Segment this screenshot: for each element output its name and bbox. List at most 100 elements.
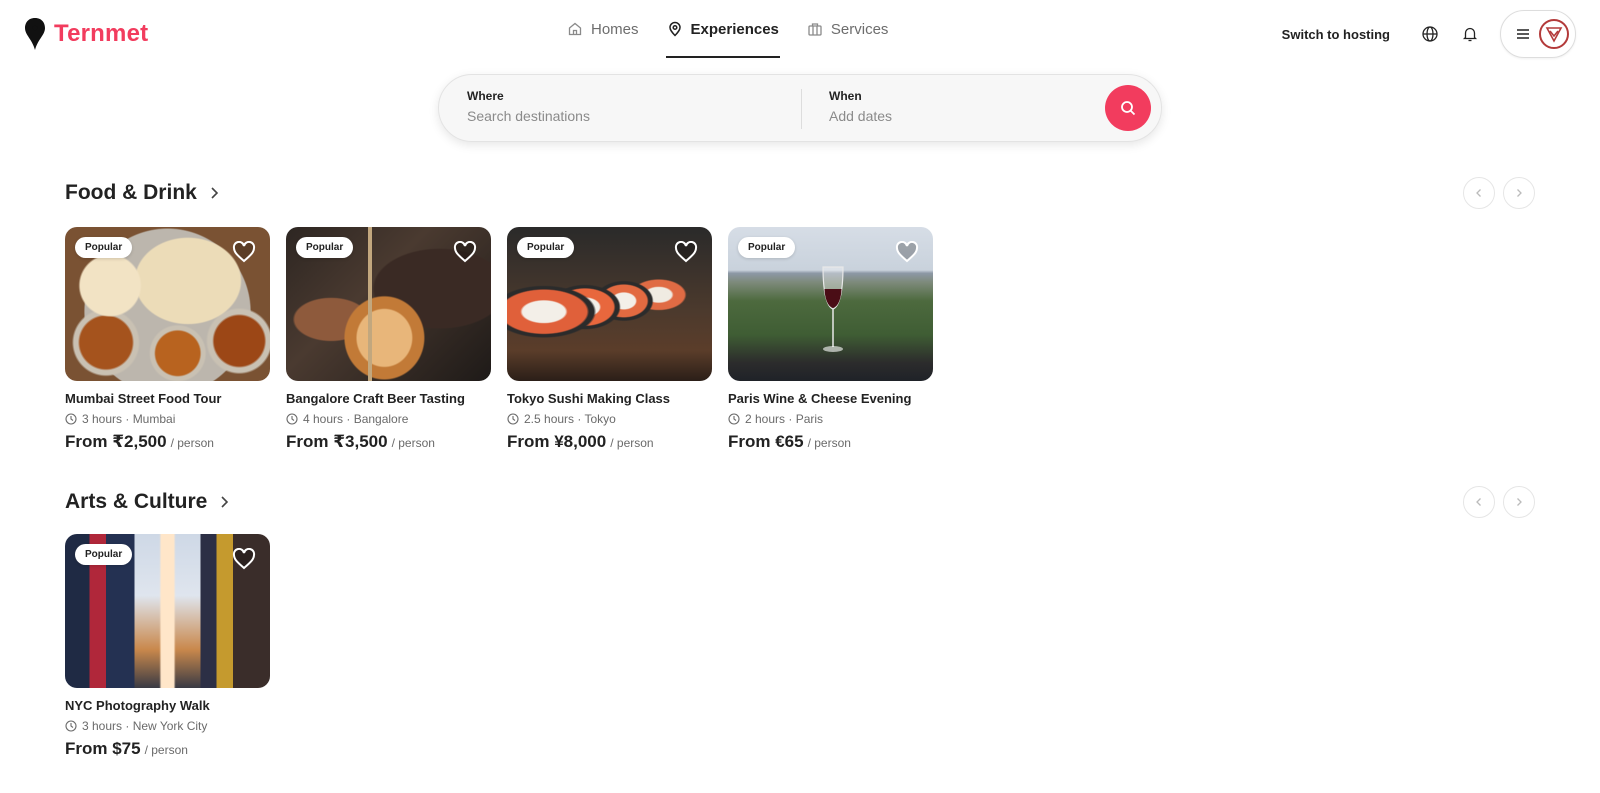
experience-photo: Popular (65, 534, 270, 688)
main-nav: Homes Experiences Services (566, 0, 889, 60)
chevron-right-icon (1517, 189, 1522, 197)
heart-icon[interactable] (232, 548, 256, 570)
clock-icon (65, 413, 77, 425)
popular-badge: Popular (738, 237, 796, 258)
brand-name: Ternmet (54, 20, 149, 47)
tab-label: Homes (591, 20, 639, 38)
clock-icon (507, 413, 519, 425)
section-header: Food & Drink (65, 173, 1535, 213)
card-title: Mumbai Street Food Tour (65, 391, 222, 406)
card-duration-location: 2 hours · Paris (745, 412, 824, 426)
card-meta: 4 hours · Bangalore (286, 412, 491, 426)
popular-badge: Popular (75, 237, 133, 258)
notifications-button[interactable] (1454, 18, 1486, 50)
experience-photo: Popular (65, 227, 270, 381)
heart-icon[interactable] (453, 241, 477, 263)
tab-experiences[interactable]: Experiences (665, 0, 781, 58)
card-duration-location: 4 hours · Bangalore (303, 412, 409, 426)
tab-homes[interactable]: Homes (566, 0, 640, 58)
card-title: Tokyo Sushi Making Class (507, 391, 671, 406)
header-actions: Switch to hosting (1282, 10, 1576, 58)
bell-service-icon (808, 23, 822, 36)
logo-pin-icon (25, 18, 45, 50)
price-value: From $75 (65, 739, 141, 758)
avatar-emblem-icon (1545, 27, 1563, 43)
section-title: Arts & Culture (65, 490, 208, 513)
search-icon (1121, 101, 1136, 116)
chevron-right-icon (211, 187, 218, 199)
card-title: NYC Photography Walk (65, 698, 210, 713)
heart-icon[interactable] (232, 241, 256, 263)
profile-menu-button[interactable] (1500, 10, 1576, 58)
card-title: Paris Wine & Cheese Evening (728, 391, 912, 406)
price-value: From €65 (728, 432, 804, 451)
search-bar: Where When (438, 74, 1162, 142)
section-arts-culture: Arts & Culture Popular NYC Photography W… (65, 482, 1535, 758)
heart-icon[interactable] (895, 241, 919, 263)
price-unit: / person (144, 743, 188, 757)
experience-cards: Popular NYC Photography Walk 3 hours · N… (65, 534, 270, 759)
price-unit: / person (170, 436, 214, 450)
experience-photo: Popular (286, 227, 491, 381)
experience-card[interactable]: Popular Paris Wine & Cheese Evening 2 ho… (728, 227, 933, 452)
section-header: Arts & Culture (65, 482, 1535, 522)
brand-logo[interactable]: Ternmet (24, 17, 148, 51)
tab-label: Services (830, 20, 889, 38)
carousel-prev-button[interactable] (1463, 486, 1495, 518)
popular-badge: Popular (75, 544, 133, 565)
card-price: From ₹3,500/ person (286, 432, 491, 452)
card-meta: 3 hours · Mumbai (65, 412, 270, 426)
hamburger-icon (1517, 29, 1529, 39)
chevron-left-icon (1476, 498, 1481, 506)
search-where-segment[interactable]: Where (439, 75, 801, 143)
carousel-controls (1463, 177, 1535, 209)
carousel-next-button[interactable] (1503, 177, 1535, 209)
search-when-segment[interactable]: When (801, 75, 1101, 143)
card-meta: 3 hours · New York City (65, 719, 270, 733)
price-unit: / person (391, 436, 435, 450)
experience-card[interactable]: Popular NYC Photography Walk 3 hours · N… (65, 534, 270, 759)
card-price: From ¥8,000/ person (507, 432, 712, 452)
avatar (1539, 19, 1569, 49)
chevron-right-icon (221, 496, 229, 508)
popular-badge: Popular (296, 237, 354, 258)
bell-icon (1462, 27, 1478, 42)
carousel-prev-button[interactable] (1463, 177, 1495, 209)
card-price: From €65/ person (728, 432, 933, 452)
price-unit: / person (807, 436, 851, 450)
experience-card[interactable]: Popular Mumbai Street Food Tour 3 hours … (65, 227, 270, 452)
card-price: From ₹2,500/ person (65, 432, 270, 452)
switch-to-hosting-link[interactable]: Switch to hosting (1282, 27, 1390, 42)
map-pin-icon (668, 21, 681, 37)
clock-icon (65, 720, 77, 732)
language-button[interactable] (1414, 18, 1446, 50)
price-value: From ¥8,000 (507, 432, 607, 451)
tab-services[interactable]: Services (806, 0, 890, 58)
heart-icon[interactable] (674, 241, 698, 263)
where-input[interactable] (467, 108, 727, 124)
card-meta: 2.5 hours · Tokyo (507, 412, 712, 426)
carousel-next-button[interactable] (1503, 486, 1535, 518)
card-price: From $75/ person (65, 739, 270, 759)
when-label: When (829, 89, 862, 103)
experience-card[interactable]: Popular Tokyo Sushi Making Class 2.5 hou… (507, 227, 712, 452)
search-button[interactable] (1105, 85, 1151, 131)
section-food-drink: Food & Drink Popular Mumbai Street Food … (65, 173, 1535, 451)
where-label: Where (467, 89, 504, 103)
house-icon (568, 22, 582, 36)
experience-photo: Popular (728, 227, 933, 381)
top-header: Ternmet Homes Experiences Services Switc… (0, 0, 1600, 68)
tab-label: Experiences (690, 20, 779, 38)
clock-icon (286, 413, 298, 425)
card-duration-location: 3 hours · New York City (82, 719, 208, 733)
section-title: Food & Drink (65, 181, 197, 204)
wine-glass-illustration (822, 266, 844, 352)
when-input[interactable] (829, 108, 1089, 124)
card-duration-location: 3 hours · Mumbai (82, 412, 176, 426)
experience-photo: Popular (507, 227, 712, 381)
price-value: From ₹2,500 (65, 432, 167, 451)
section-title-link[interactable]: Arts & Culture (65, 482, 231, 522)
card-title: Bangalore Craft Beer Tasting (286, 391, 465, 406)
section-title-link[interactable]: Food & Drink (65, 173, 221, 213)
experience-card[interactable]: Popular Bangalore Craft Beer Tasting 4 h… (286, 227, 491, 452)
